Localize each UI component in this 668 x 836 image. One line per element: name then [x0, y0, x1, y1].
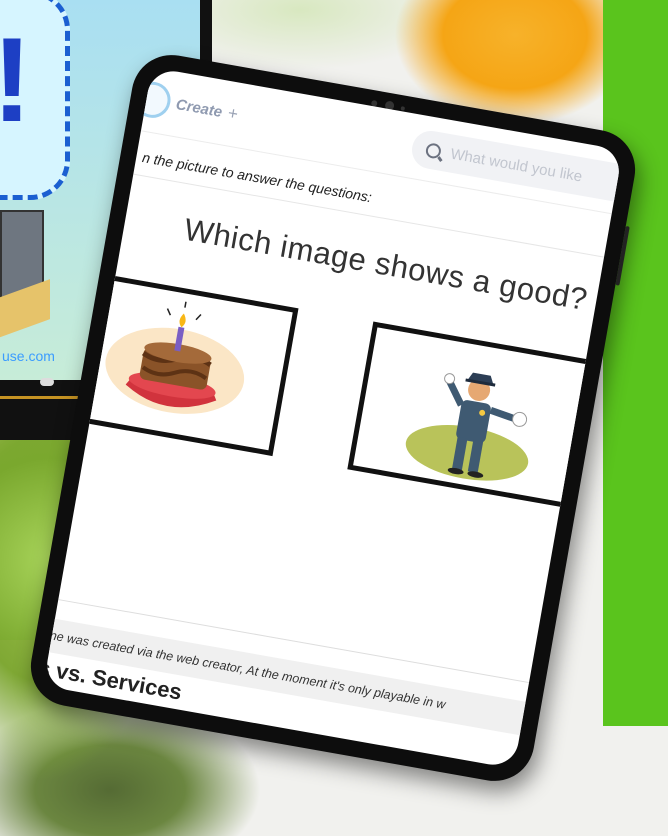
answer-option-police[interactable]: [347, 321, 596, 509]
exclamation-graphic: !: [0, 20, 32, 150]
search-input[interactable]: What would you like: [409, 127, 623, 208]
create-label: Create: [174, 95, 224, 121]
search-placeholder: What would you like: [449, 145, 584, 185]
video-toggle-icon: [40, 378, 54, 386]
search-icon: [424, 141, 443, 160]
green-accent-panel: [603, 0, 668, 726]
app-logo[interactable]: [131, 78, 174, 121]
create-button[interactable]: Create +: [174, 94, 240, 125]
video-url-text: use.com: [2, 348, 55, 364]
police-officer-icon: [405, 372, 529, 481]
plus-icon: +: [226, 103, 240, 124]
tablet-screen: Create + What would you like n the pictu…: [43, 67, 623, 769]
sensor-dot: [400, 106, 406, 111]
